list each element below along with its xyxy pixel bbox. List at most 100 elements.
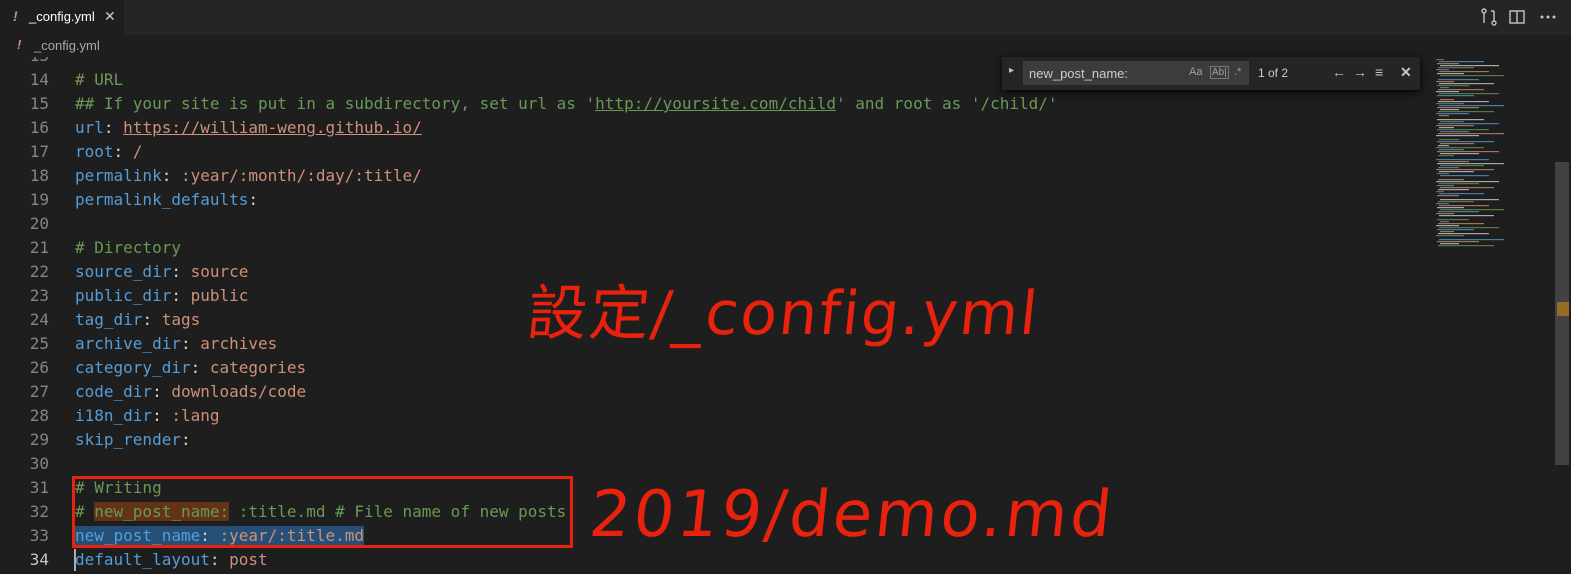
- minimap-line: [1439, 183, 1479, 185]
- toggle-replace-icon[interactable]: ▸: [1009, 65, 1014, 76]
- minimap-line: [1440, 143, 1474, 145]
- line-code: tag_dir: tags: [75, 308, 200, 332]
- regex-icon[interactable]: .*: [1234, 66, 1241, 78]
- find-input[interactable]: new_post_name: Aa Ab| .*: [1023, 61, 1249, 85]
- line-code: default_layout: post: [75, 548, 268, 572]
- find-in-selection-icon[interactable]: ≡: [1375, 64, 1383, 80]
- more-actions-icon[interactable]: [1538, 7, 1558, 27]
- code-token: :: [180, 334, 201, 353]
- code-token: :lang: [171, 406, 220, 425]
- match-case-icon[interactable]: Aa: [1189, 66, 1202, 78]
- line-number: 18: [29, 166, 49, 185]
- minimap-line: [1440, 121, 1464, 123]
- minimap-line: [1440, 65, 1499, 67]
- minimap-line: [1436, 203, 1449, 205]
- minimap-line: [1436, 235, 1464, 237]
- minimap-line: [1439, 61, 1484, 63]
- minimap-line: [1438, 89, 1484, 91]
- minimap-line: [1436, 213, 1454, 215]
- close-icon[interactable]: ✕: [104, 8, 116, 25]
- code-line[interactable]: 26 category_dir: categories: [0, 356, 1430, 380]
- minimap-line: [1437, 107, 1479, 109]
- minimap-line: [1438, 245, 1494, 247]
- open-changes-icon[interactable]: [1479, 7, 1499, 27]
- minimap-line: [1440, 75, 1504, 77]
- split-editor-icon[interactable]: [1507, 7, 1527, 27]
- minimap-line: [1439, 205, 1489, 207]
- vertical-scrollbar[interactable]: [1555, 57, 1571, 574]
- minimap-line: [1436, 225, 1459, 227]
- find-input-value: new_post_name:: [1029, 66, 1129, 81]
- minimap-line: [1436, 69, 1449, 71]
- minimap[interactable]: [1430, 57, 1555, 574]
- code-line[interactable]: 30: [0, 452, 1430, 476]
- tab-bar: ! _config.yml ✕: [0, 0, 1571, 35]
- code-token: root: [75, 142, 114, 161]
- text-cursor: [74, 549, 76, 571]
- code-line[interactable]: 15 ## If your site is put in a subdirecto…: [0, 92, 1430, 116]
- whole-word-icon[interactable]: Ab|: [1210, 66, 1229, 79]
- tab-label: _config.yml: [29, 9, 95, 24]
- minimap-line: [1438, 211, 1479, 213]
- code-line[interactable]: 20: [0, 212, 1430, 236]
- minimap-line: [1437, 229, 1474, 231]
- code-line[interactable]: 29 skip_render:: [0, 428, 1430, 452]
- line-number: 23: [29, 286, 49, 305]
- yaml-file-icon: !: [13, 8, 18, 24]
- code-line[interactable]: 27 code_dir: downloads/code: [0, 380, 1430, 404]
- minimap-line: [1438, 145, 1449, 147]
- line-number: 16: [29, 118, 49, 137]
- minimap-line: [1439, 215, 1494, 217]
- code-token: permalink_defaults: [75, 190, 249, 209]
- line-number: 28: [29, 406, 49, 425]
- code-line[interactable]: 18 permalink: :year/:month/:day/:title/: [0, 164, 1430, 188]
- line-number: 32: [29, 502, 49, 521]
- minimap-line: [1437, 63, 1459, 65]
- minimap-line: [1436, 169, 1494, 171]
- close-find-icon[interactable]: ✕: [1400, 64, 1412, 81]
- code-token: i18n_dir: [75, 406, 153, 425]
- code-token: :: [190, 358, 210, 377]
- breadcrumb-file[interactable]: _config.yml: [34, 38, 100, 53]
- line-code: permalink_defaults:: [75, 188, 258, 212]
- tab-config-yml[interactable]: ! _config.yml ✕: [0, 0, 124, 35]
- line-code: # Directory: [75, 236, 181, 260]
- minimap-line: [1438, 133, 1504, 135]
- minimap-line: [1436, 191, 1444, 193]
- code-line[interactable]: 28 i18n_dir: :lang: [0, 404, 1430, 428]
- code-token: ## If your site is put in a subdirectory…: [75, 94, 596, 113]
- find-widget: ▸ new_post_name: Aa Ab| .* 1 of 2 ← → ≡ …: [1002, 57, 1420, 90]
- line-number: 19: [29, 190, 49, 209]
- minimap-line: [1438, 223, 1484, 225]
- line-number: 31: [29, 478, 49, 497]
- code-token: default_layout: [75, 550, 210, 569]
- minimap-line: [1437, 195, 1459, 197]
- minimap-line: [1438, 111, 1494, 113]
- code-line[interactable]: 16 url: https://william-weng.github.io/: [0, 116, 1430, 140]
- line-code: archive_dir: archives: [75, 332, 277, 356]
- minimap-line: [1440, 131, 1469, 133]
- minimap-line: [1436, 81, 1454, 83]
- minimap-line: [1437, 141, 1494, 143]
- line-number: 20: [29, 214, 49, 233]
- minimap-line: [1440, 175, 1489, 177]
- code-token: skip_render: [75, 430, 181, 449]
- breadcrumb: ! _config.yml: [0, 35, 1571, 57]
- minimap-line: [1436, 59, 1444, 61]
- minimap-line: [1438, 101, 1489, 103]
- code-token: http://yoursite.com/child: [595, 94, 836, 113]
- code-token: :: [152, 382, 172, 401]
- code-line[interactable]: 17 root: /: [0, 140, 1430, 164]
- line-code: public_dir: public: [75, 284, 248, 308]
- minimap-line: [1439, 93, 1499, 95]
- previous-match-icon[interactable]: ←: [1332, 64, 1346, 80]
- code-line[interactable]: 21 # Directory: [0, 236, 1430, 260]
- code-token: /: [132, 142, 143, 161]
- minimap-line: [1437, 207, 1464, 209]
- code-token: downloads/code: [171, 382, 307, 401]
- code-line[interactable]: 19 permalink_defaults:: [0, 188, 1430, 212]
- annotation-demo-path: 2019/demo.md: [586, 478, 1119, 552]
- minimap-line: [1439, 71, 1489, 73]
- next-match-icon[interactable]: →: [1353, 64, 1367, 80]
- line-code: source_dir: source: [75, 260, 248, 284]
